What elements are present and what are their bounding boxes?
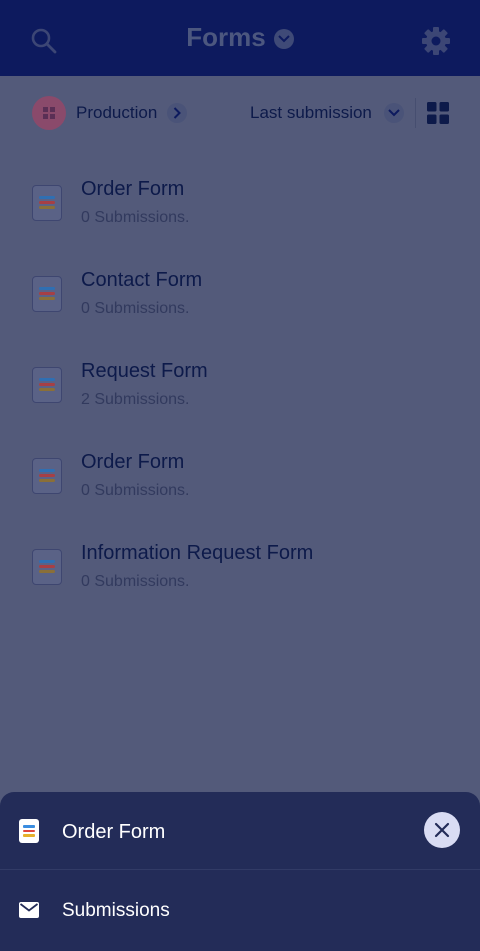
form-doc-icon xyxy=(32,185,62,221)
chevron-down-icon[interactable] xyxy=(384,103,404,123)
submissions-label: Submissions xyxy=(62,900,170,921)
page-title: Forms xyxy=(186,22,266,52)
submission-count: 2 Submissions. xyxy=(81,391,190,408)
grid-view-icon[interactable] xyxy=(427,102,449,124)
submission-count: 0 Submissions. xyxy=(81,573,190,590)
form-name: Order Form xyxy=(81,451,185,473)
workspace-selector[interactable]: Production xyxy=(76,103,157,123)
form-doc-icon xyxy=(32,549,62,585)
sheet-title: Order Form xyxy=(62,821,166,843)
form-name: Order Form xyxy=(81,178,185,200)
form-name: Contact Form xyxy=(81,269,203,291)
form-doc-icon xyxy=(32,458,62,494)
list-item[interactable]: Order Form 0 Submissions. xyxy=(0,158,480,249)
submission-count: 0 Submissions. xyxy=(81,300,190,317)
submissions-option[interactable]: Submissions xyxy=(0,870,480,951)
form-name: Request Form xyxy=(81,360,208,382)
list-item[interactable]: Contact Form 0 Submissions. xyxy=(0,249,480,340)
avatar[interactable] xyxy=(32,96,66,130)
submission-count: 0 Submissions. xyxy=(81,482,190,499)
forms-title-dropdown[interactable]: Forms xyxy=(0,22,480,53)
form-name: Information Request Form xyxy=(81,542,314,564)
form-doc-icon xyxy=(32,276,62,312)
chevron-right-icon[interactable] xyxy=(167,103,187,123)
close-button[interactable] xyxy=(424,812,460,848)
sheet-header: Order Form xyxy=(0,792,480,869)
gear-icon[interactable] xyxy=(421,26,451,56)
bottom-sheet: Order Form Submissions xyxy=(0,792,480,951)
form-doc-icon xyxy=(19,819,39,843)
divider xyxy=(415,98,416,128)
sort-selector[interactable]: Last submission xyxy=(250,103,372,123)
submission-count: 0 Submissions. xyxy=(81,209,190,226)
list-item[interactable]: Order Form 0 Submissions. xyxy=(0,431,480,522)
chevron-down-icon xyxy=(273,29,294,49)
top-app-bar: Forms xyxy=(0,0,480,76)
close-icon xyxy=(434,822,450,838)
form-doc-icon xyxy=(32,367,62,403)
mail-icon xyxy=(19,902,39,918)
list-item[interactable]: Request Form 2 Submissions. xyxy=(0,340,480,431)
list-item[interactable]: Information Request Form 0 Submissions. xyxy=(0,522,480,613)
